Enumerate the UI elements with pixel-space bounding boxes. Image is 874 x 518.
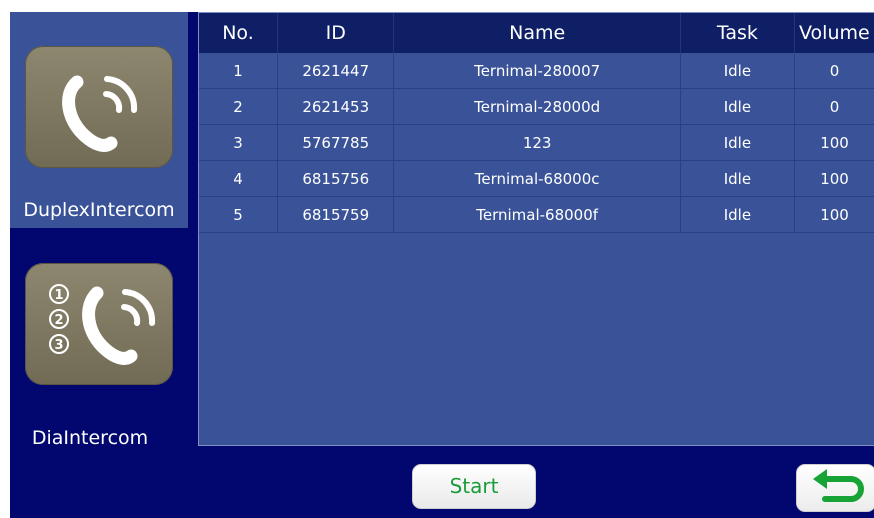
svg-text:2: 2 bbox=[54, 313, 63, 328]
cell-task: Idle bbox=[680, 88, 796, 125]
table-row[interactable]: 4 6815756 Ternimal-68000c Idle 100 bbox=[199, 160, 874, 197]
cell-task: Idle bbox=[680, 53, 796, 89]
numbered-phone-call-icon: 1 2 3 bbox=[25, 263, 173, 385]
terminal-table: No. ID Name Task Volume 1 2621447 Ternim… bbox=[198, 12, 874, 446]
cell-id: 6815759 bbox=[277, 196, 395, 233]
cell-volume: 100 bbox=[794, 196, 874, 233]
app-window: DuplexIntercom 123 DiaIntercom No. ID Na… bbox=[10, 12, 874, 518]
sidebar: DuplexIntercom 123 DiaIntercom bbox=[10, 12, 188, 449]
cell-no: 1 bbox=[199, 53, 278, 89]
start-button[interactable]: Start bbox=[412, 464, 536, 509]
cell-id: 2621453 bbox=[277, 88, 395, 125]
cell-volume: 100 bbox=[794, 124, 874, 161]
cell-task: Idle bbox=[680, 124, 796, 161]
return-arrow-icon bbox=[797, 469, 874, 515]
cell-id: 5767785 bbox=[277, 124, 395, 161]
table-row[interactable]: 1 2621447 Ternimal-280007 Idle 0 bbox=[199, 53, 874, 89]
back-button[interactable] bbox=[796, 464, 874, 512]
column-header-id[interactable]: ID bbox=[277, 13, 395, 53]
cell-id: 2621447 bbox=[277, 53, 395, 89]
svg-text:1: 1 bbox=[54, 288, 63, 303]
sidebar-item-label: DiaIntercom bbox=[31, 427, 149, 449]
sidebar-item-label: DuplexIntercom bbox=[23, 199, 175, 221]
column-header-name[interactable]: Name bbox=[393, 13, 681, 53]
cell-name: Ternimal-68000f bbox=[393, 196, 681, 233]
table-row[interactable]: 5 6815759 Ternimal-68000f Idle 100 bbox=[199, 196, 874, 233]
svg-text:3: 3 bbox=[54, 338, 63, 353]
cell-task: Idle bbox=[680, 196, 796, 233]
cell-no: 4 bbox=[199, 160, 278, 197]
phone-call-icon bbox=[25, 46, 173, 168]
cell-name: 123 bbox=[393, 124, 681, 161]
cell-volume: 0 bbox=[794, 88, 874, 125]
cell-no: 2 bbox=[199, 88, 278, 125]
cell-name: Ternimal-68000c bbox=[393, 160, 681, 197]
column-header-task[interactable]: Task bbox=[680, 13, 796, 53]
table-row[interactable]: 2 2621453 Ternimal-28000d Idle 0 bbox=[199, 88, 874, 125]
column-header-volume[interactable]: Volume bbox=[794, 13, 874, 53]
cell-volume: 100 bbox=[794, 160, 874, 197]
sidebar-item-duplex-intercom[interactable]: DuplexIntercom bbox=[10, 12, 188, 228]
column-header-no[interactable]: No. bbox=[199, 13, 278, 53]
cell-no: 5 bbox=[199, 196, 278, 233]
table-row[interactable]: 3 5767785 123 Idle 100 bbox=[199, 124, 874, 161]
cell-name: Ternimal-28000d bbox=[393, 88, 681, 125]
table-header-row: No. ID Name Task Volume bbox=[199, 13, 874, 53]
cell-task: Idle bbox=[680, 160, 796, 197]
cell-id: 6815756 bbox=[277, 160, 395, 197]
sidebar-item-dia-intercom[interactable]: 1 2 3 DiaIntercom bbox=[10, 228, 188, 449]
cell-name: Ternimal-280007 bbox=[393, 53, 681, 89]
cell-no: 3 bbox=[199, 124, 278, 161]
terminal-table-grid: No. ID Name Task Volume 1 2621447 Ternim… bbox=[199, 13, 874, 233]
cell-volume: 0 bbox=[794, 53, 874, 89]
